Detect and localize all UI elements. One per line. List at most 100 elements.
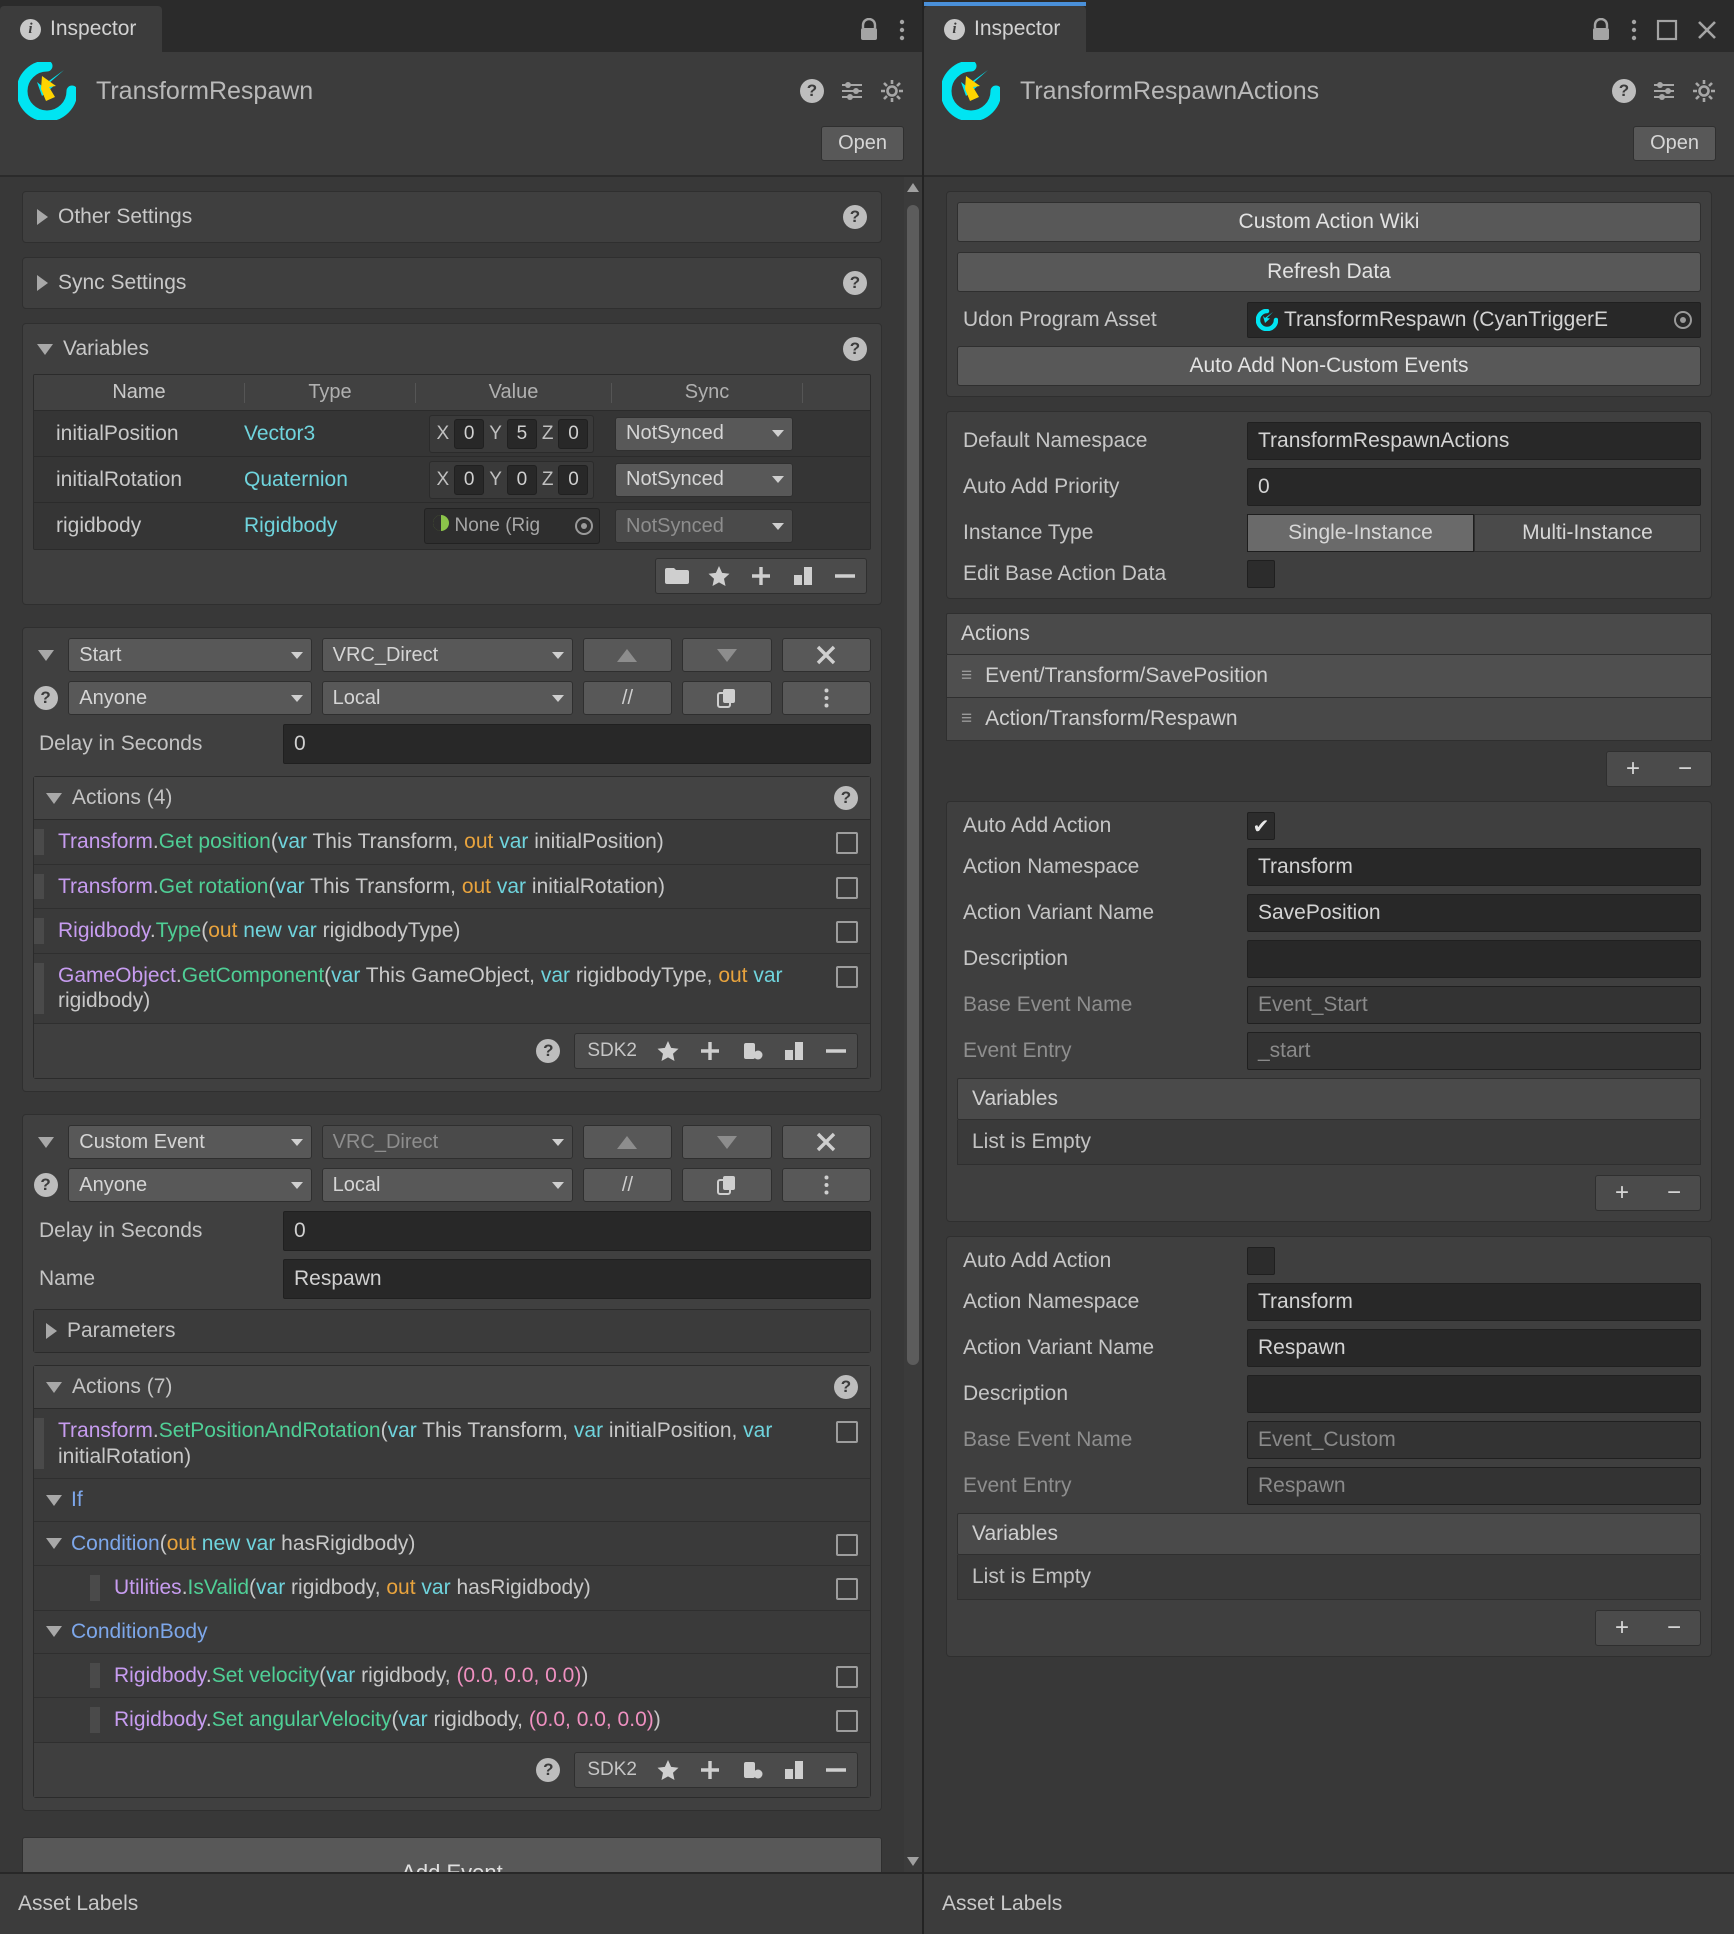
open-button-right[interactable]: Open	[1633, 126, 1716, 161]
custom-action-wiki-button[interactable]: Custom Action Wiki	[957, 202, 1701, 242]
vector-z-value[interactable]: 0	[558, 464, 589, 495]
list-item[interactable]: Transform.Get position(var This Transfor…	[34, 820, 870, 865]
list-item[interactable]: Rigidbody.Type(out new var rigidbodyType…	[34, 909, 870, 954]
table-row[interactable]: rigidbody Rigidbody None (Rig NotSynced	[34, 503, 870, 549]
segment-multi-instance[interactable]: Multi-Instance	[1474, 514, 1701, 552]
auto-add-action-checkbox[interactable]	[1247, 1247, 1275, 1275]
default-namespace-input[interactable]: TransformRespawnActions	[1247, 422, 1701, 460]
list-item-if-group[interactable]: If	[34, 1479, 870, 1523]
sync-dropdown[interactable]: NotSynced	[615, 462, 793, 497]
action-toggle-checkbox[interactable]	[836, 1665, 858, 1688]
tab-inspector-left[interactable]: i Inspector	[0, 6, 163, 52]
network-dropdown[interactable]: VRC_Direct	[321, 638, 573, 672]
list-item[interactable]: Rigidbody.Set angularVelocity(var rigidb…	[34, 1698, 870, 1744]
plus-icon[interactable]	[689, 1034, 731, 1068]
asset-labels-bar-right[interactable]: Asset Labels	[924, 1872, 1734, 1934]
remove-event-button[interactable]	[781, 1125, 871, 1160]
description-input[interactable]	[1247, 1375, 1701, 1413]
kebab-menu-icon[interactable]	[1630, 18, 1638, 42]
delay-input[interactable]: 0	[283, 1211, 871, 1252]
udon-program-asset-field[interactable]: TransformRespawn (CyanTriggerE	[1247, 302, 1701, 338]
scope-dropdown[interactable]: Local	[321, 1168, 573, 1203]
chevron-down-icon[interactable]	[46, 792, 62, 804]
parameters-foldout[interactable]: Parameters	[33, 1309, 871, 1354]
comment-button[interactable]: //	[582, 1168, 673, 1203]
asset-labels-bar-left[interactable]: Asset Labels	[0, 1872, 922, 1934]
remove-event-button[interactable]	[781, 638, 871, 672]
action-toggle-checkbox[interactable]	[836, 832, 858, 854]
event-options-button[interactable]	[781, 681, 871, 715]
action-toggle-checkbox[interactable]	[836, 1710, 858, 1733]
sync-settings-foldout[interactable]: Sync Settings ?	[22, 257, 882, 309]
other-settings-foldout[interactable]: Other Settings ?	[22, 191, 882, 243]
object-reference-field[interactable]: None (Rig	[423, 508, 600, 544]
comment-button[interactable]: //	[582, 681, 673, 715]
event-type-dropdown[interactable]: Start	[68, 638, 312, 672]
drag-handle-icon[interactable]: ≡	[961, 708, 972, 730]
help-icon[interactable]: ?	[843, 205, 867, 229]
target-dropdown[interactable]: Anyone	[68, 681, 312, 715]
list-item-condition-group[interactable]: Condition(out new var hasRigidbody)	[34, 1522, 870, 1567]
help-icon[interactable]: ?	[1612, 79, 1636, 103]
star-icon[interactable]	[647, 1034, 689, 1068]
event-type-dropdown[interactable]: Custom Event	[68, 1125, 312, 1160]
list-item-conditionbody-group[interactable]: ConditionBody	[34, 1610, 870, 1654]
action-namespace-input[interactable]: Transform	[1247, 848, 1701, 886]
action-toggle-checkbox[interactable]	[836, 876, 858, 899]
chevron-down-icon[interactable]	[46, 1538, 62, 1550]
description-input[interactable]	[1247, 940, 1701, 978]
list-item[interactable]: GameObject.GetComponent(var This GameObj…	[34, 953, 870, 1025]
action-namespace-input[interactable]: Transform	[1247, 1283, 1701, 1321]
vector-y-value[interactable]: 5	[506, 418, 537, 449]
edit-base-action-data-checkbox[interactable]	[1247, 560, 1275, 588]
scope-dropdown[interactable]: Local	[321, 681, 573, 715]
chevron-right-icon[interactable]	[37, 275, 48, 291]
help-icon[interactable]: ?	[33, 1173, 58, 1198]
table-row[interactable]: initialRotation Quaternion X 0 Y 0 Z 0 N…	[34, 457, 870, 503]
vector-x-value[interactable]: 0	[454, 464, 485, 495]
sync-dropdown[interactable]: NotSynced	[615, 416, 793, 451]
help-icon[interactable]: ?	[843, 271, 867, 295]
lock-icon[interactable]	[858, 18, 880, 42]
plus-icon[interactable]	[689, 1753, 731, 1787]
help-icon[interactable]: ?	[33, 686, 58, 710]
object-picker-icon[interactable]	[1674, 311, 1692, 329]
help-icon[interactable]: ?	[834, 1375, 858, 1400]
action-toggle-checkbox[interactable]	[836, 965, 858, 988]
copy-button[interactable]	[682, 681, 772, 715]
remove-variable-button[interactable]: −	[1648, 1176, 1700, 1210]
refresh-data-button[interactable]: Refresh Data	[957, 252, 1701, 292]
drag-handle-icon[interactable]: ≡	[961, 665, 972, 687]
list-item[interactable]: Transform.SetPositionAndRotation(var Thi…	[34, 1409, 870, 1480]
minus-icon[interactable]	[815, 1753, 857, 1787]
folder-icon[interactable]	[656, 559, 698, 593]
auto-add-events-button[interactable]: Auto Add Non-Custom Events	[957, 346, 1701, 386]
chevron-down-icon[interactable]	[46, 1626, 62, 1638]
kebab-menu-icon[interactable]	[898, 18, 906, 42]
add-variable-button[interactable]: +	[1596, 1176, 1648, 1210]
star-icon[interactable]	[647, 1753, 689, 1787]
action-toggle-checkbox[interactable]	[836, 1421, 858, 1444]
plus-icon[interactable]	[740, 559, 782, 593]
target-dropdown[interactable]: Anyone	[68, 1168, 312, 1203]
tab-inspector-right[interactable]: i Inspector	[924, 2, 1087, 52]
help-icon[interactable]: ?	[536, 1758, 561, 1783]
minus-icon[interactable]	[815, 1034, 857, 1068]
network-dropdown[interactable]: VRC_Direct	[321, 1125, 573, 1160]
duplicate-icon[interactable]	[782, 559, 824, 593]
help-icon[interactable]: ?	[800, 79, 824, 103]
chevron-right-icon[interactable]	[37, 209, 48, 225]
event-options-button[interactable]	[781, 1168, 871, 1203]
help-icon[interactable]: ?	[834, 786, 858, 810]
vector-z-value[interactable]: 0	[558, 418, 589, 449]
gear-icon[interactable]	[1692, 79, 1716, 103]
instance-type-segmented-control[interactable]: Single-Instance Multi-Instance	[1247, 514, 1701, 552]
vector3-field[interactable]: X 0 Y 5 Z 0	[428, 414, 595, 453]
list-item[interactable]: ≡ Event/Transform/SavePosition	[946, 655, 1712, 698]
action-variant-name-input[interactable]: SavePosition	[1247, 894, 1701, 932]
add-action-button[interactable]: +	[1607, 752, 1659, 786]
delay-input[interactable]: 0	[283, 724, 871, 764]
chevron-down-icon[interactable]	[46, 1494, 62, 1506]
help-icon[interactable]: ?	[843, 337, 867, 361]
sync-dropdown[interactable]: NotSynced	[615, 509, 793, 543]
